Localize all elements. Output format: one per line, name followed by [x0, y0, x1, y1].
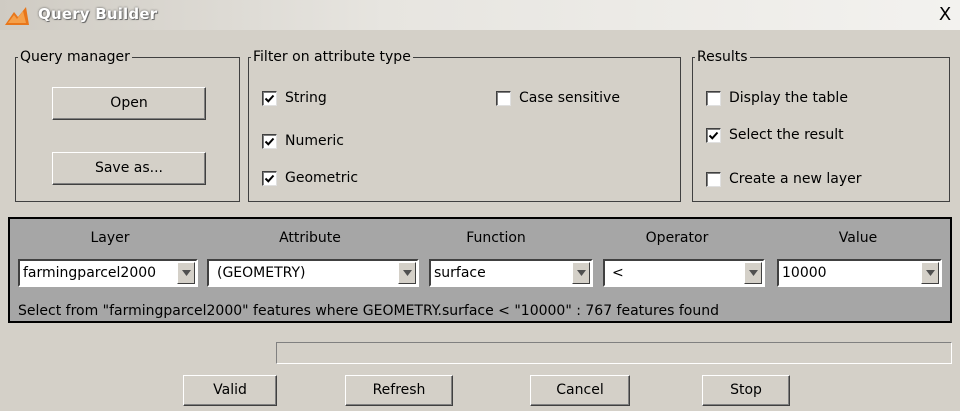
- checkbox-geometric[interactable]: Geometric: [262, 170, 358, 186]
- operator-select[interactable]: <: [603, 259, 765, 287]
- open-button[interactable]: Open: [52, 87, 206, 120]
- progress-bar: [276, 342, 952, 364]
- checkbox-geometric-label: Geometric: [285, 170, 359, 186]
- function-select[interactable]: surface: [429, 259, 593, 287]
- checkbox-display-table[interactable]: Display the table: [706, 90, 848, 106]
- attribute-select-value: (GEOMETRY): [217, 265, 306, 281]
- layer-select[interactable]: farmingparcel2000: [18, 259, 198, 287]
- checkbox-numeric-box[interactable]: [262, 133, 277, 149]
- column-header-attribute: Attribute: [279, 230, 341, 246]
- value-select-value: 10000: [782, 265, 827, 281]
- window-title: Query Builder: [38, 5, 158, 23]
- checkbox-case-sensitive-label: Case sensitive: [519, 90, 620, 106]
- results-legend: Results: [697, 49, 748, 65]
- chevron-down-icon[interactable]: [177, 262, 195, 284]
- checkbox-string-box[interactable]: [262, 90, 277, 106]
- chevron-down-icon[interactable]: [921, 262, 939, 284]
- layer-select-value: farmingparcel2000: [23, 265, 157, 281]
- checkmark-icon: [264, 174, 275, 183]
- checkmark-icon: [264, 137, 275, 146]
- cancel-button[interactable]: Cancel: [530, 375, 630, 406]
- column-header-operator: Operator: [645, 230, 709, 246]
- checkbox-case-sensitive[interactable]: Case sensitive: [496, 90, 620, 106]
- function-select-value: surface: [434, 265, 486, 281]
- filter-legend: Filter on attribute type: [253, 49, 411, 65]
- title-bar: Query Builder X: [0, 0, 960, 30]
- chevron-down-icon[interactable]: [572, 262, 590, 284]
- checkbox-display-table-box[interactable]: [706, 90, 721, 106]
- query-status-text: Select from "farmingparcel2000" features…: [18, 303, 719, 319]
- checkbox-numeric[interactable]: Numeric: [262, 133, 344, 149]
- refresh-button[interactable]: Refresh: [345, 375, 453, 406]
- checkbox-string[interactable]: String: [262, 90, 327, 106]
- checkbox-numeric-label: Numeric: [285, 133, 344, 149]
- valid-button[interactable]: Valid: [183, 375, 277, 406]
- operator-select-value: <: [612, 265, 624, 281]
- app-logo-icon: [5, 7, 29, 25]
- checkbox-select-result-box[interactable]: [706, 127, 721, 143]
- close-icon[interactable]: X: [936, 6, 954, 24]
- column-header-value: Value: [838, 230, 878, 246]
- query-panel: Layer Attribute Function Operator Value …: [8, 217, 952, 323]
- column-header-function: Function: [466, 230, 526, 246]
- checkbox-select-result[interactable]: Select the result: [706, 127, 844, 143]
- checkbox-create-layer-label: Create a new layer: [729, 171, 862, 187]
- column-header-layer: Layer: [90, 230, 130, 246]
- checkmark-icon: [708, 131, 719, 140]
- attribute-select[interactable]: (GEOMETRY): [207, 259, 419, 287]
- checkbox-display-table-label: Display the table: [729, 90, 848, 106]
- query-manager-legend: Query manager: [20, 49, 130, 65]
- checkbox-string-label: String: [285, 90, 327, 106]
- value-select[interactable]: 10000: [777, 259, 942, 287]
- checkbox-create-layer[interactable]: Create a new layer: [706, 171, 862, 187]
- save-as-button[interactable]: Save as...: [52, 152, 206, 185]
- chevron-down-icon[interactable]: [744, 262, 762, 284]
- stop-button[interactable]: Stop: [702, 375, 790, 406]
- checkbox-create-layer-box[interactable]: [706, 171, 721, 187]
- checkbox-case-sensitive-box[interactable]: [496, 90, 511, 106]
- chevron-down-icon[interactable]: [398, 262, 416, 284]
- checkbox-select-result-label: Select the result: [729, 127, 844, 143]
- checkmark-icon: [264, 94, 275, 103]
- checkbox-geometric-box[interactable]: [262, 170, 277, 186]
